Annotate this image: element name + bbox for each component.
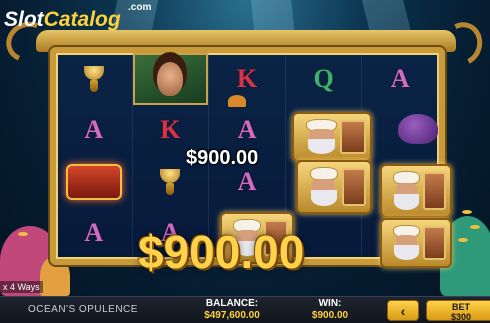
fish: [470, 225, 480, 229]
letter-a-icon: A: [84, 218, 104, 248]
cup-icon: [159, 168, 181, 195]
watermark-suffix: .com: [128, 2, 152, 13]
balance-display: BALANCE: $497,600.00: [188, 298, 276, 322]
watermark-logo: SlotCatalog .com: [4, 2, 151, 32]
total-win-amount: $900.00: [138, 226, 305, 278]
wild-captain-symbol: [292, 112, 372, 162]
bottom-bar: OCEAN'S OPULENCE BALANCE: $497,600.00 WI…: [0, 296, 490, 323]
fish: [18, 232, 28, 236]
fish: [458, 238, 468, 242]
letter-k-icon: K: [236, 63, 258, 93]
symbol-chest: [56, 156, 133, 208]
cup-icon: [83, 65, 105, 92]
fish: [462, 210, 472, 214]
line-win-amount: $900.00: [186, 147, 259, 169]
balance-label: BALANCE:: [205, 298, 259, 309]
octopus-icon: [398, 114, 438, 144]
balance-value: $497,600.00: [204, 310, 260, 321]
treasure-chest-icon: [65, 163, 122, 200]
bet-label: BET: [452, 302, 470, 312]
watermark-part2: Catalog: [43, 8, 121, 31]
mermaid-portrait-icon: [132, 53, 209, 105]
symbol-portrait: [132, 53, 210, 105]
wild-captain-symbol: [296, 160, 372, 214]
letter-q-icon: Q: [313, 63, 334, 93]
symbol-q: Q: [286, 53, 363, 105]
wild-captain-symbol: [380, 164, 452, 218]
letter-a-icon: A: [84, 115, 104, 145]
letter-a-icon: A: [237, 166, 257, 196]
symbol-a: A: [56, 104, 133, 156]
symbol-k: K: [209, 53, 286, 105]
symbol-cup: [56, 53, 133, 105]
symbol-a: A: [362, 53, 439, 105]
ways-indicator: x 4 Ways: [0, 281, 43, 293]
win-value: $900.00: [311, 310, 349, 321]
decrease-bet-button[interactable]: ‹: [387, 300, 419, 321]
letter-a-icon: A: [390, 63, 410, 93]
bet-button[interactable]: BET $300: [426, 300, 490, 322]
win-display: WIN: $900.00: [300, 298, 360, 322]
shell-icon: [228, 95, 246, 107]
bet-value: $300: [450, 312, 472, 322]
letter-a-icon: A: [237, 115, 257, 145]
game-title: OCEAN'S OPULENCE: [28, 304, 138, 315]
letter-k-icon: K: [160, 115, 181, 145]
wild-captain-symbol: [380, 218, 452, 268]
watermark-part1: Slot: [4, 8, 44, 31]
symbol-a: A: [56, 207, 133, 259]
win-label: WIN:: [318, 298, 342, 309]
